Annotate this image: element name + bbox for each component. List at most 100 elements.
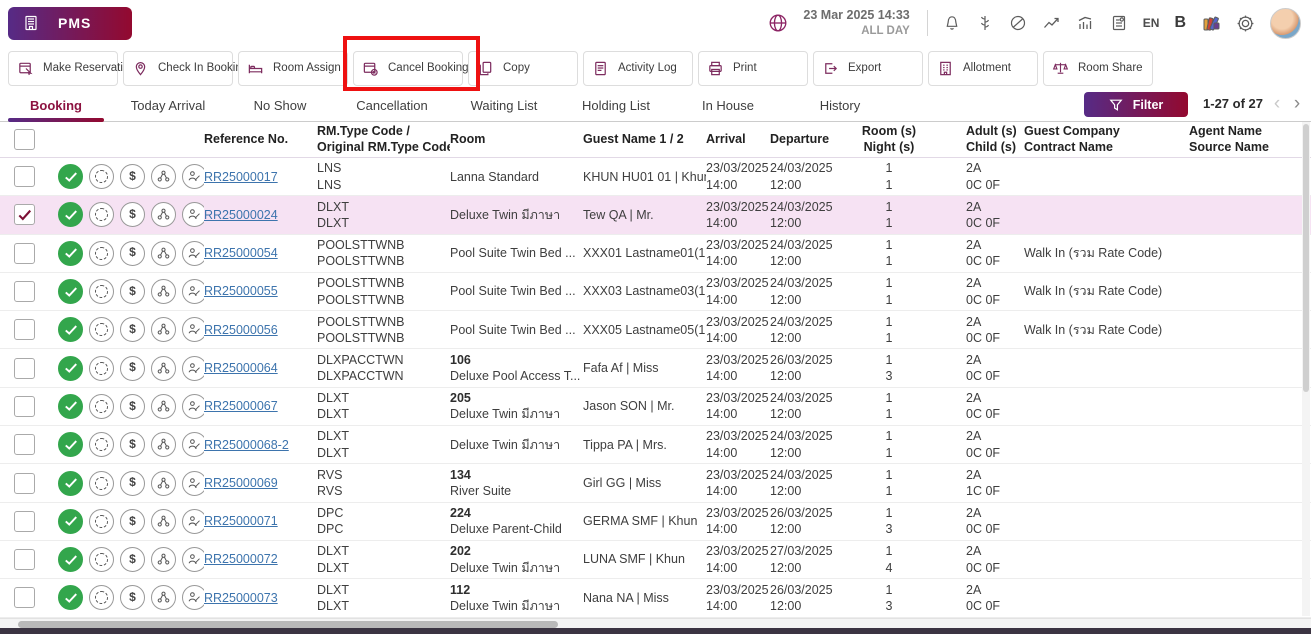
group-status-icon[interactable] [151, 394, 176, 419]
row-checkbox[interactable] [14, 243, 35, 264]
globe-icon[interactable] [768, 13, 788, 33]
previous-page-icon[interactable]: ‹ [1269, 91, 1285, 117]
tab[interactable]: Holding List [560, 90, 672, 121]
print-button[interactable]: Print [698, 51, 808, 86]
row-checkbox[interactable] [14, 587, 35, 608]
user-avatar[interactable] [1270, 8, 1301, 39]
settings-gear-icon[interactable] [1236, 14, 1255, 33]
room-assign-button[interactable]: Room Assign [238, 51, 348, 86]
filter-button[interactable]: Filter [1084, 92, 1188, 117]
reference-link[interactable]: RR25000056 [204, 323, 278, 337]
confirmed-status-icon[interactable] [58, 279, 83, 304]
refresh-status-icon[interactable] [89, 432, 114, 457]
table-row[interactable]: $ [0, 311, 1311, 349]
table-row[interactable]: $ [0, 235, 1311, 273]
horizontal-scrollbar-thumb[interactable] [18, 621, 558, 628]
theme-palette-icon[interactable] [1201, 13, 1221, 33]
vertical-scrollbar-thumb[interactable] [1303, 124, 1309, 392]
group-status-icon[interactable] [151, 317, 176, 342]
refresh-status-icon[interactable] [89, 356, 114, 381]
reference-link[interactable]: RR25000072 [204, 552, 278, 566]
tab[interactable]: Today Arrival [112, 90, 224, 121]
signature-status-icon[interactable] [182, 241, 204, 266]
table-row[interactable]: $ [0, 426, 1311, 464]
signature-status-icon[interactable] [182, 585, 204, 610]
payment-status-icon[interactable]: $ [120, 356, 145, 381]
payment-status-icon[interactable]: $ [120, 241, 145, 266]
row-checkbox[interactable] [14, 396, 35, 417]
select-all-checkbox[interactable] [14, 129, 35, 150]
group-status-icon[interactable] [151, 279, 176, 304]
group-status-icon[interactable] [151, 432, 176, 457]
confirmed-status-icon[interactable] [58, 164, 83, 189]
refresh-status-icon[interactable] [89, 241, 114, 266]
payment-status-icon[interactable]: $ [120, 471, 145, 496]
row-checkbox[interactable] [14, 281, 35, 302]
reference-link[interactable]: RR25000073 [204, 591, 278, 605]
allotment-button[interactable]: Allotment [928, 51, 1038, 86]
activity-log-button[interactable]: Activity Log [583, 51, 693, 86]
confirmed-status-icon[interactable] [58, 547, 83, 572]
tab[interactable]: History [784, 90, 896, 121]
signature-status-icon[interactable] [182, 317, 204, 342]
table-row[interactable]: $ [0, 503, 1311, 541]
table-row[interactable]: $ [0, 349, 1311, 387]
refresh-status-icon[interactable] [89, 547, 114, 572]
confirmed-status-icon[interactable] [58, 509, 83, 534]
table-row[interactable]: $ [0, 158, 1311, 196]
group-status-icon[interactable] [151, 164, 176, 189]
row-checkbox[interactable] [14, 166, 35, 187]
refresh-status-icon[interactable] [89, 585, 114, 610]
vertical-scrollbar[interactable] [1302, 122, 1310, 616]
row-checkbox[interactable] [14, 204, 35, 225]
signature-status-icon[interactable] [182, 356, 204, 381]
payment-status-icon[interactable]: $ [120, 164, 145, 189]
table-row[interactable]: $ [0, 541, 1311, 579]
payment-status-icon[interactable]: $ [120, 509, 145, 534]
table-row[interactable]: $ [0, 464, 1311, 502]
reference-link[interactable]: RR25000068-2 [204, 438, 289, 452]
copy-button[interactable]: Copy [468, 51, 578, 86]
group-status-icon[interactable] [151, 241, 176, 266]
confirmed-status-icon[interactable] [58, 585, 83, 610]
row-checkbox[interactable] [14, 358, 35, 379]
confirmed-status-icon[interactable] [58, 317, 83, 342]
payment-status-icon[interactable]: $ [120, 547, 145, 572]
signature-status-icon[interactable] [182, 432, 204, 457]
signature-status-icon[interactable] [182, 202, 204, 227]
reference-link[interactable]: RR25000055 [204, 284, 278, 298]
reference-link[interactable]: RR25000069 [204, 476, 278, 490]
signature-status-icon[interactable] [182, 164, 204, 189]
payment-status-icon[interactable]: $ [120, 432, 145, 457]
group-status-icon[interactable] [151, 356, 176, 381]
confirmed-status-icon[interactable] [58, 394, 83, 419]
next-page-icon[interactable]: › [1289, 91, 1305, 117]
tab[interactable]: Booking [0, 90, 112, 121]
refresh-status-icon[interactable] [89, 164, 114, 189]
signature-status-icon[interactable] [182, 471, 204, 496]
refresh-status-icon[interactable] [89, 202, 114, 227]
row-checkbox[interactable] [14, 319, 35, 340]
reference-link[interactable]: RR25000067 [204, 399, 278, 413]
payment-status-icon[interactable]: $ [120, 279, 145, 304]
payment-status-icon[interactable]: $ [120, 585, 145, 610]
notification-bell-icon[interactable] [943, 14, 961, 32]
refresh-status-icon[interactable] [89, 317, 114, 342]
refresh-status-icon[interactable] [89, 279, 114, 304]
group-status-icon[interactable] [151, 509, 176, 534]
confirmed-status-icon[interactable] [58, 432, 83, 457]
reference-link[interactable]: RR25000071 [204, 514, 278, 528]
payment-status-icon[interactable]: $ [120, 394, 145, 419]
pms-logo[interactable]: PMS [8, 7, 132, 40]
table-row[interactable]: $ [0, 388, 1311, 426]
make-reservation-button[interactable]: Make Reservation [8, 51, 118, 86]
row-checkbox[interactable] [14, 434, 35, 455]
reference-link[interactable]: RR25000024 [204, 208, 278, 222]
table-row[interactable]: $ [0, 273, 1311, 311]
confirmed-status-icon[interactable] [58, 202, 83, 227]
group-status-icon[interactable] [151, 471, 176, 496]
refresh-status-icon[interactable] [89, 471, 114, 496]
tab[interactable]: In House [672, 90, 784, 121]
table-row[interactable]: $ [0, 579, 1311, 617]
tab[interactable]: Cancellation [336, 90, 448, 121]
